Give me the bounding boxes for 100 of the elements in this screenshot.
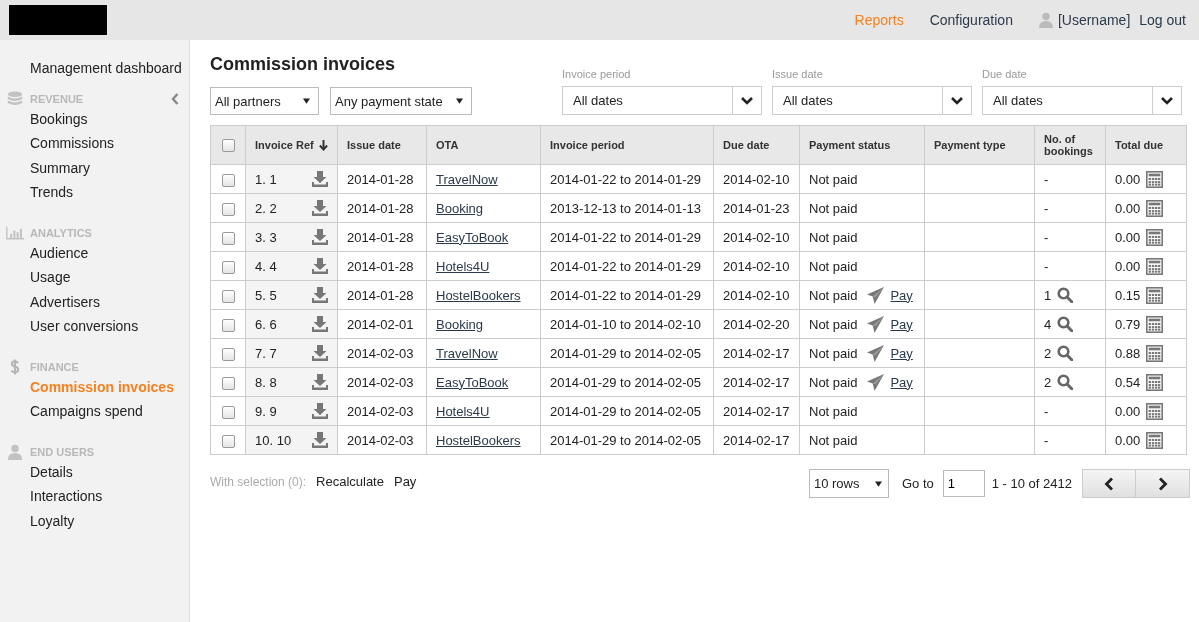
sidebar-item[interactable]: Trends [0, 183, 189, 208]
table-cell: 2014-02-10 [723, 287, 790, 303]
table-cell: 2014-01-28 [347, 171, 414, 187]
row-checkbox[interactable] [221, 318, 235, 332]
sidebar-item[interactable]: User conversions [0, 317, 189, 342]
calculator-icon[interactable] [1146, 286, 1164, 304]
table-cell: 2014-02-10 [723, 229, 790, 245]
search-icon[interactable] [1057, 316, 1074, 332]
search-icon[interactable] [1057, 374, 1074, 390]
calculator-icon[interactable] [1146, 431, 1164, 449]
caret-down-icon [874, 480, 882, 487]
row-checkbox[interactable] [221, 405, 235, 419]
sidebar-item[interactable]: Bookings [0, 109, 189, 134]
paper-plane-icon[interactable] [867, 373, 885, 391]
bulk-action-link[interactable]: Pay [393, 474, 417, 489]
sidebar-item[interactable]: Summary [0, 158, 189, 183]
table-cell: - [1044, 229, 1049, 245]
table-cell: 2014-02-03 [347, 374, 414, 390]
chevron-right-icon [1157, 476, 1168, 491]
table-cell: Not paid [809, 345, 858, 361]
download-icon[interactable] [312, 316, 328, 332]
calculator-icon[interactable] [1146, 228, 1164, 246]
sidebar-item[interactable]: Campaigns spend [0, 402, 189, 427]
calculator-icon[interactable] [1146, 373, 1164, 391]
section-heading: ANALYTICS [30, 226, 92, 239]
download-icon[interactable] [312, 403, 328, 419]
sidebar-item[interactable]: Commissions [0, 134, 189, 159]
row-checkbox[interactable] [221, 173, 235, 187]
selection-label: With selection (0): [210, 474, 307, 489]
table-cell: 2014-01-23 [723, 200, 790, 216]
table-cell: 2. 2 [255, 200, 277, 216]
download-icon[interactable] [312, 432, 328, 448]
username: [Username] [1057, 12, 1131, 28]
calculator-icon[interactable] [1146, 402, 1164, 420]
date-dropdown[interactable]: All dates [562, 86, 762, 115]
next-page-button[interactable] [1136, 469, 1190, 498]
sidebar-item[interactable]: Audience [0, 243, 189, 268]
download-icon[interactable] [312, 200, 328, 216]
date-dropdown[interactable]: All dates [772, 86, 972, 115]
table-cell: 9. 9 [255, 403, 277, 419]
table-cell: 2014-02-10 [723, 258, 790, 274]
table-cell: 2014-01-29 to 2014-02-05 [550, 374, 702, 390]
sort-down-icon[interactable] [319, 139, 328, 151]
table-cell: Not paid [809, 316, 858, 332]
paper-plane-icon[interactable] [867, 286, 885, 304]
download-icon[interactable] [312, 287, 328, 303]
pay-link[interactable]: Pay [890, 345, 913, 361]
row-checkbox[interactable] [221, 231, 235, 245]
row-checkbox[interactable] [221, 347, 235, 361]
calculator-icon[interactable] [1146, 257, 1164, 275]
search-icon[interactable] [1057, 345, 1074, 361]
table-cell: 4. 4 [255, 258, 277, 274]
table-cell: 10. 10 [255, 432, 292, 448]
column-header[interactable]: Invoice Ref [255, 139, 314, 151]
sidebar-item[interactable]: Details [0, 462, 189, 487]
pay-link[interactable]: Pay [890, 287, 913, 303]
row-checkbox[interactable] [221, 289, 235, 303]
paper-plane-icon[interactable] [867, 315, 885, 333]
page-range: 1 - 10 of 2412 [991, 476, 1072, 491]
table-cell: 8. 8 [255, 374, 277, 390]
chevron-down-icon [951, 96, 963, 105]
rows-per-page-dropdown[interactable]: 10 rows [808, 469, 889, 498]
calculator-icon[interactable] [1146, 344, 1164, 362]
download-icon[interactable] [312, 374, 328, 390]
logout-link[interactable]: Log out [1139, 12, 1186, 28]
nav-link[interactable]: Configuration [929, 12, 1013, 28]
filter-dropdown[interactable]: All partners [210, 87, 319, 115]
download-icon[interactable] [312, 258, 328, 274]
download-icon[interactable] [312, 229, 328, 245]
page-input[interactable]: 1 [942, 470, 985, 497]
calculator-icon[interactable] [1146, 315, 1164, 333]
search-icon[interactable] [1057, 287, 1074, 303]
calculator-icon[interactable] [1146, 199, 1164, 217]
bulk-action-link[interactable]: Recalculate [316, 474, 384, 489]
table-cell: 0.00 [1115, 258, 1141, 274]
date-dropdown[interactable]: All dates [982, 86, 1182, 115]
goto-label: Go to [901, 476, 934, 491]
calculator-icon[interactable] [1146, 170, 1164, 188]
table-cell: 2014-02-03 [347, 345, 414, 361]
sidebar-item[interactable]: Usage [0, 268, 189, 293]
download-icon[interactable] [312, 345, 328, 361]
paper-plane-icon[interactable] [867, 344, 885, 362]
row-checkbox[interactable] [221, 260, 235, 274]
row-checkbox[interactable] [221, 202, 235, 216]
pay-link[interactable]: Pay [890, 374, 913, 390]
filter-dropdown[interactable]: Any payment state [330, 87, 472, 115]
sidebar-item[interactable]: Management dashboard [0, 59, 189, 84]
row-checkbox[interactable] [221, 376, 235, 390]
pay-link[interactable]: Pay [890, 316, 913, 332]
sidebar-item[interactable]: Advertisers [0, 292, 189, 317]
select-all-checkbox[interactable] [221, 138, 235, 152]
table-cell: Not paid [809, 258, 858, 274]
row-checkbox[interactable] [221, 434, 235, 448]
sidebar-item[interactable]: Interactions [0, 487, 189, 512]
previous-page-button[interactable] [1082, 469, 1136, 498]
sidebar-item[interactable]: Loyalty [0, 511, 189, 536]
download-icon[interactable] [312, 171, 328, 187]
caret-down-icon [303, 98, 310, 104]
chevron-left-icon[interactable] [171, 92, 179, 105]
table-cell: - [1044, 200, 1049, 216]
